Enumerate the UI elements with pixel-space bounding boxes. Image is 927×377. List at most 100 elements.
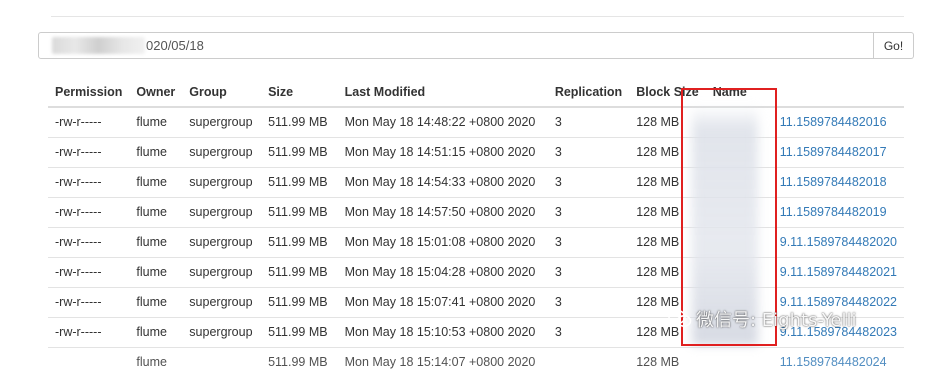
cell-block-size: 128 MB xyxy=(629,346,706,377)
cell-permission: -rw-r----- xyxy=(48,316,130,347)
table-body: -rw-r----- flume supergroup 511.99 MB Mon Ma… xyxy=(48,107,904,377)
cell-permission: -rw-r----- xyxy=(48,166,130,197)
cell-size: 511.99 MB xyxy=(261,286,338,317)
cell-block-size: 128 MB xyxy=(629,136,706,167)
cell-size: 511.99 MB xyxy=(261,316,338,347)
cell-permission: -rw-r----- xyxy=(48,256,130,287)
cell-last-modified: Mon May 18 15:04:28 +0800 2020 xyxy=(337,256,548,287)
cell-permission: -rw-r----- xyxy=(48,286,130,317)
cell-owner: flume xyxy=(129,136,183,167)
column-header-size[interactable]: Size xyxy=(261,77,338,108)
cell-name: 11.1589784482019 xyxy=(705,196,904,227)
cell-owner: flume xyxy=(129,286,183,317)
cell-owner: flume xyxy=(136,115,167,130)
cell-name: 9.11.1589784482021 xyxy=(705,256,904,287)
cell-block-size: 128 MB xyxy=(629,166,706,197)
column-header-last-modified[interactable]: Last Modified xyxy=(337,77,548,108)
file-name-link[interactable]: 9.11.1589784482020 xyxy=(780,235,897,249)
cell-block-size: 128 MB xyxy=(629,256,706,287)
table-row: -rw-r----- flume supergroup 511.99 MB Mon Ma… xyxy=(48,136,904,167)
cell-name: 11.1589784482016 xyxy=(706,107,904,137)
cell-size: 511.99 MB xyxy=(261,256,338,287)
cell-owner: flume xyxy=(129,316,183,347)
cell-name: 11.1589784482018 xyxy=(705,166,904,197)
go-button[interactable]: Go! xyxy=(874,32,914,59)
cell-group: supergroup xyxy=(182,196,262,227)
cell-last-modified: Mon May 18 14:57:50 +0800 2020 xyxy=(337,196,548,227)
file-name-link[interactable]: 11.1589784482017 xyxy=(780,145,887,159)
cell-block-size: 128 MB xyxy=(629,196,706,227)
table-header-row: Permission Owner Group Size Last Modifie… xyxy=(48,77,904,108)
cell-last-modified: Mon May 18 15:14:07 +0800 2020 xyxy=(337,346,548,377)
file-name-link[interactable]: 9.11.1589784482021 xyxy=(780,265,897,279)
cell-name: 9.11.1589784482023 xyxy=(705,316,904,347)
cell-permission: -rw-r----- xyxy=(48,196,130,227)
table-row: -rw-r----- flume supergroup 511.99 MB Mon Ma… xyxy=(48,286,904,317)
table-row: -rw-r----- flume supergroup 511.99 MB Mon Ma… xyxy=(48,196,904,227)
table-row: -rw-r----- flume supergroup 511.99 MB Mon Ma… xyxy=(48,107,904,137)
cell-last-modified: Mon May 18 15:10:53 +0800 2020 xyxy=(337,316,548,347)
cell-group: supergroup xyxy=(182,256,262,287)
cell-replication: 3 xyxy=(547,196,630,227)
cell-block-size: 128 MB xyxy=(629,286,706,317)
cell-size: 511.99 MB xyxy=(261,196,338,227)
cell-group: supergroup xyxy=(189,115,253,130)
cell-replication: 3 xyxy=(554,115,562,130)
file-name-link[interactable]: 9.11.1589784482022 xyxy=(780,295,897,309)
table-row: -rw-r----- flume supergroup 511.99 MB Mon Ma… xyxy=(48,166,904,197)
cell-owner: flume xyxy=(129,196,183,227)
file-name-link[interactable]: 11.1589784482018 xyxy=(780,175,887,189)
cell-owner: flume xyxy=(129,226,183,257)
cell-name: 11.1589784482017 xyxy=(705,136,904,167)
cell-size: 511.99 MB xyxy=(261,136,338,167)
cell-last-modified: Mon May 18 14:51:15 +0800 2020 xyxy=(337,136,548,167)
path-input[interactable] xyxy=(38,32,874,59)
cell-permission: -rw-r----- xyxy=(48,226,130,257)
cell-owner: flume xyxy=(129,346,183,377)
cell-group xyxy=(182,346,262,377)
table-row: -rw-r----- flume supergroup 511.99 MB Mon Ma… xyxy=(48,316,904,347)
cell-last-modified: Mon May 18 14:54:33 +0800 2020 xyxy=(337,166,548,197)
cell-owner: flume xyxy=(129,256,183,287)
redacted-path-prefix xyxy=(52,37,145,54)
cell-last-modified: Mon May 18 15:01:08 +0800 2020 xyxy=(337,226,548,257)
cell-permission: -rw-r----- xyxy=(48,136,130,167)
cell-replication: 3 xyxy=(547,286,630,317)
column-header-group[interactable]: Group xyxy=(182,77,262,108)
file-name-link[interactable]: 9.11.1589784482023 xyxy=(780,325,897,339)
cell-group: supergroup xyxy=(182,316,262,347)
column-header-permission[interactable]: Permission xyxy=(48,77,130,108)
column-header-block-size[interactable]: Block Size xyxy=(629,77,706,108)
cell-group: supergroup xyxy=(182,136,262,167)
file-name-link[interactable]: 11.1589784482019 xyxy=(780,205,887,219)
cell-replication: 3 xyxy=(547,256,630,287)
cell-name: 9.11.1589784482022 xyxy=(705,286,904,317)
cell-group: supergroup xyxy=(182,286,262,317)
file-name-link[interactable]: 11.1589784482016 xyxy=(780,115,887,129)
cell-permission xyxy=(48,346,130,377)
table-row: flume 511.99 MB Mon May 18 15:14:07 +0800 … xyxy=(48,346,904,377)
cell-size: 511.99 MB xyxy=(261,346,338,377)
file-name-link[interactable]: 11.1589784482024 xyxy=(780,355,887,369)
cell-owner: flume xyxy=(129,166,183,197)
table-row: -rw-r----- flume supergroup 511.99 MB Mon Ma… xyxy=(48,256,904,287)
cell-block-size: 128 MB xyxy=(629,226,706,257)
column-header-replication[interactable]: Replication xyxy=(547,77,630,108)
column-header-name[interactable]: Name xyxy=(705,77,904,108)
cell-replication: 3 xyxy=(547,166,630,197)
cell-name: 11.1589784482024 xyxy=(705,346,904,377)
cell-size: 511.99 MB xyxy=(261,226,338,257)
cell-group: supergroup xyxy=(182,226,262,257)
cell-group: supergroup xyxy=(182,166,262,197)
cell-replication: 3 xyxy=(547,316,630,347)
cell-last-modified: Mon May 18 14:48:22 +0800 2020 xyxy=(344,115,536,130)
cell-replication: 3 xyxy=(547,226,630,257)
cell-size: 511.99 MB xyxy=(261,166,338,197)
top-divider xyxy=(51,16,904,17)
column-header-owner[interactable]: Owner xyxy=(129,77,183,108)
cell-size: 511.99 MB xyxy=(268,115,328,130)
file-listing-table: Permission Owner Group Size Last Modifie… xyxy=(48,77,904,377)
cell-last-modified: Mon May 18 15:07:41 +0800 2020 xyxy=(337,286,548,317)
cell-name: 9.11.1589784482020 xyxy=(705,226,904,257)
table-row: -rw-r----- flume supergroup 511.99 MB Mon Ma… xyxy=(48,226,904,257)
